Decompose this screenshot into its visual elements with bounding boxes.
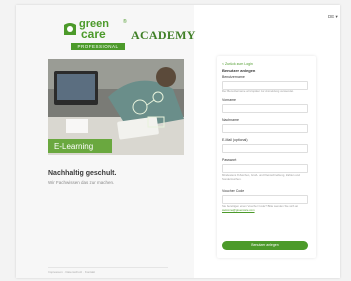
back-to-login-link[interactable]: < Zurück zum Login	[222, 62, 253, 66]
hero-image: E-Learning	[48, 59, 184, 155]
lastname-label: Nachname	[222, 118, 239, 122]
footer-links[interactable]: Impressum · Datenschutz · Kontakt	[48, 267, 168, 274]
left-panel: green care ® ACADEMY PROFESSIONAL E-Lear…	[16, 5, 195, 278]
language-select[interactable]: DE ▾	[328, 14, 338, 20]
subline: Wir Fachwissen das zur machen.	[48, 180, 115, 185]
lastname-input[interactable]	[222, 124, 308, 133]
username-label: Benutzername	[222, 75, 245, 79]
logo-registered: ®	[123, 19, 127, 25]
logo-mark-icon	[64, 23, 76, 35]
signup-page: green care ® ACADEMY PROFESSIONAL E-Lear…	[16, 5, 340, 278]
firstname-label: Vorname	[222, 98, 237, 102]
signup-form: < Zurück zum Login Benutzer anlegen Benu…	[217, 56, 316, 258]
form-title: Benutzer anlegen	[222, 68, 256, 73]
logo-word-academy: ACADEMY	[131, 28, 196, 42]
voucher-label: Voucher Code	[222, 189, 245, 193]
greencare-academy-logo: green care ® ACADEMY PROFESSIONAL	[61, 19, 195, 53]
email-input[interactable]	[222, 144, 308, 153]
logo-word-care: care	[81, 27, 106, 41]
voucher-hint: Sie benötigen einen Voucher Code? Bitte …	[222, 204, 308, 212]
password-hint: Mindestens 8 Zeichen, Groß- und Kleinsch…	[222, 173, 300, 181]
create-user-button[interactable]: Benutzer anlegen	[222, 241, 308, 250]
firstname-input[interactable]	[222, 104, 308, 113]
username-hint: Der Benutzername wird später zur Anmeldu…	[222, 89, 294, 93]
password-label: Passwort	[222, 158, 237, 162]
email-label: E-Mail (optional)	[222, 138, 248, 142]
e-learning-banner: E-Learning	[54, 142, 93, 151]
logo-tag-professional: PROFESSIONAL	[71, 43, 125, 50]
voucher-email-link[interactable]: welcome@greencare.com	[222, 208, 255, 212]
password-input[interactable]	[222, 164, 308, 173]
voucher-input[interactable]	[222, 195, 308, 204]
headline: Nachhaltig geschult.	[48, 170, 117, 177]
